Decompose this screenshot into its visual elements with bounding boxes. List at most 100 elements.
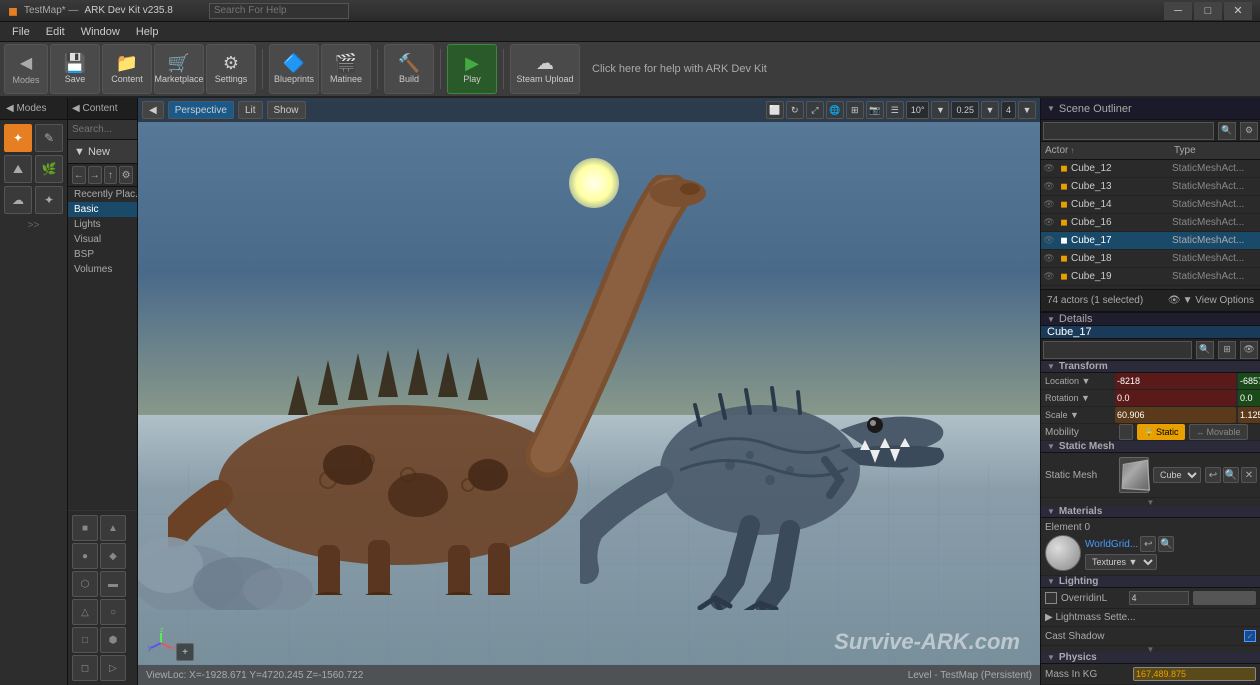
scale-label[interactable]: Scale ▼ (1045, 410, 1115, 420)
tree-item-lights[interactable]: Lights (68, 217, 137, 232)
material-preview-thumbnail[interactable] (1045, 535, 1081, 571)
mode-btn-placement[interactable]: ✦ (4, 124, 32, 152)
outliner-row-cube18[interactable]: 👁 ◼ Cube_18 StaticMeshAct... (1041, 250, 1260, 268)
tree-item-visual[interactable]: Visual (68, 232, 137, 247)
viewport[interactable]: Survive-ARK.com ◀ Perspective Lit Show ⬜… (138, 98, 1040, 685)
viewport-perspective-btn[interactable]: Perspective (168, 101, 234, 119)
mass-value-input[interactable] (1133, 667, 1256, 681)
scale-x-input[interactable] (1115, 407, 1236, 423)
mobility-static-btn[interactable] (1119, 424, 1133, 440)
mode-btn-3[interactable]: ⛰ (4, 155, 32, 183)
eye-icon[interactable]: 👁 (1041, 268, 1057, 286)
matinee-button[interactable]: 🎬 Matinee (321, 44, 371, 94)
eye-icon[interactable]: 👁 (1041, 214, 1057, 232)
mesh-find-btn[interactable]: 🔍 (1223, 467, 1239, 483)
mode-btn-2[interactable]: ✎ (35, 124, 63, 152)
tree-item-recently-placed[interactable]: Recently Plac... (68, 187, 137, 202)
thumb-1[interactable]: ▲ (100, 515, 126, 541)
lighting-section-header[interactable]: ▼ Lighting (1041, 576, 1260, 588)
viewport-angle-dropdown[interactable]: ▼ (931, 101, 949, 119)
col-actor-header[interactable]: Actor ↑ (1041, 145, 1170, 156)
thumb-6[interactable]: △ (72, 599, 98, 625)
nav-settings-btn[interactable]: ⚙ (119, 166, 133, 184)
actor-name-input[interactable] (1041, 326, 1260, 339)
viewport-snap-dropdown[interactable]: ▼ (981, 101, 999, 119)
menu-window[interactable]: Window (73, 22, 128, 42)
mobility-active-btn[interactable]: 🔒Static (1137, 424, 1185, 440)
override-value-input[interactable] (1129, 591, 1189, 605)
outliner-row-cube19[interactable]: 👁 ◼ Cube_19 StaticMeshAct... (1041, 268, 1260, 286)
viewport-translate-icon[interactable]: ⬜ (766, 101, 784, 119)
outliner-row-cube12[interactable]: 👁 ◼ Cube_12 StaticMeshAct... (1041, 160, 1260, 178)
blueprints-button[interactable]: 🔷 Blueprints (269, 44, 319, 94)
thumb-7[interactable]: ○ (100, 599, 126, 625)
modes-expand-btn[interactable]: >> (0, 218, 67, 233)
viewport-size-dropdown[interactable]: ▼ (1018, 101, 1036, 119)
play-button[interactable]: ▶ Play (447, 44, 497, 94)
thumb-10[interactable]: ◻ (72, 655, 98, 681)
physics-section-header[interactable]: ▼ Physics (1041, 652, 1260, 664)
new-button[interactable]: ▼ New (68, 140, 137, 164)
nav-back-btn[interactable]: ← (72, 166, 86, 184)
minimize-button[interactable]: ─ (1164, 2, 1192, 20)
outliner-row-cube16[interactable]: 👁 ◼ Cube_16 StaticMeshAct... (1041, 214, 1260, 232)
tree-item-basic[interactable]: Basic (68, 202, 137, 217)
materials-section-header[interactable]: ▼ Materials (1041, 506, 1260, 518)
eye-icon[interactable]: 👁 (1041, 250, 1057, 268)
loc-x-input[interactable] (1115, 373, 1236, 389)
eye-icon[interactable]: 👁 (1041, 232, 1057, 250)
location-label[interactable]: Location ▼ (1045, 376, 1115, 386)
details-search-input[interactable] (1043, 341, 1192, 359)
rot-y-input[interactable] (1238, 390, 1260, 406)
viewport-camera-icon[interactable]: 📷 (866, 101, 884, 119)
thumb-4[interactable]: ⬡ (72, 571, 98, 597)
mesh-clear-btn[interactable]: ✕ (1241, 467, 1257, 483)
thumb-3[interactable]: ◆ (100, 543, 126, 569)
mobility-movable-btn[interactable]: ↔ Movable (1189, 424, 1247, 440)
menu-file[interactable]: File (4, 22, 38, 42)
override-checkbox[interactable] (1045, 592, 1057, 604)
settings-button[interactable]: ⚙ Settings (206, 44, 256, 94)
outliner-row-cube17[interactable]: 👁 ◼ Cube_17 StaticMeshAct... (1041, 232, 1260, 250)
build-button[interactable]: 🔨 Build (384, 44, 434, 94)
outliner-settings-icon[interactable]: ⚙ (1240, 122, 1258, 140)
thumb-2[interactable]: ● (72, 543, 98, 569)
mode-btn-4[interactable]: 🌿 (35, 155, 63, 183)
content-panel-header[interactable]: ◀ Content (68, 98, 137, 120)
nav-fwd-btn[interactable]: → (88, 166, 102, 184)
col-type-header[interactable]: Type (1170, 145, 1260, 156)
mesh-select[interactable]: Cube (1153, 467, 1201, 483)
nav-up-btn[interactable]: ↑ (104, 166, 118, 184)
mesh-preview-thumbnail[interactable] (1119, 457, 1149, 493)
mode-btn-6[interactable]: ✦ (35, 186, 63, 214)
textures-select[interactable]: Textures ▼ (1085, 554, 1157, 570)
steam-upload-button[interactable]: ☁ Steam Upload (510, 44, 580, 94)
viewport-lit-btn[interactable]: Lit (238, 101, 263, 119)
details-settings-icon[interactable]: ⊞ (1218, 341, 1236, 359)
menu-edit[interactable]: Edit (38, 22, 73, 42)
mode-btn-5[interactable]: ☁ (4, 186, 32, 214)
thumb-11[interactable]: ▷ (100, 655, 126, 681)
eye-icon[interactable]: 👁 (1041, 178, 1057, 196)
view-options-button[interactable]: 👁 ▼ View Options (1168, 295, 1254, 306)
thumb-5[interactable]: ▬ (100, 571, 126, 597)
viewport-show-btn[interactable]: Show (267, 101, 306, 119)
details-search-icon[interactable]: 🔍 (1196, 341, 1214, 359)
scale-y-input[interactable] (1238, 407, 1260, 423)
maximize-button[interactable]: □ (1194, 2, 1222, 20)
loc-y-input[interactable] (1238, 373, 1260, 389)
viewport-scale-icon[interactable]: ⤢ (806, 101, 824, 119)
outliner-row-cube14[interactable]: 👁 ◼ Cube_14 StaticMeshAct... (1041, 196, 1260, 214)
viewport-world-icon[interactable]: 🌐 (826, 101, 844, 119)
viewport-snap-icon[interactable]: ⊞ (846, 101, 864, 119)
cast-shadow-checkbox[interactable]: ✓ (1244, 630, 1256, 642)
outliner-search-icon[interactable]: 🔍 (1218, 122, 1236, 140)
thumb-0[interactable]: ■ (72, 515, 98, 541)
tree-item-bsp[interactable]: BSP (68, 247, 137, 262)
viewport-rotate-icon[interactable]: ↻ (786, 101, 804, 119)
toolbar-modes-btn[interactable]: ◀ Modes (4, 44, 48, 94)
close-button[interactable]: ✕ (1224, 2, 1252, 20)
help-search-input[interactable] (209, 3, 349, 19)
static-mesh-section-header[interactable]: ▼ Static Mesh (1041, 441, 1260, 453)
override-slider[interactable] (1193, 591, 1257, 605)
